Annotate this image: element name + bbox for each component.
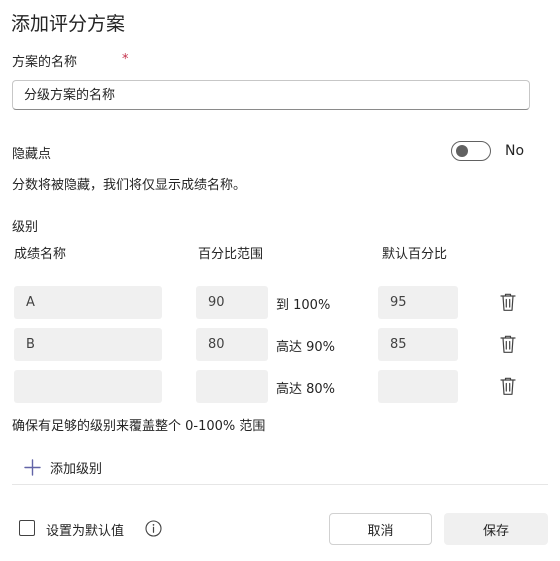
coverage-note: 确保有足够的级别来覆盖整个 0-100% 范围 <box>12 419 266 434</box>
percent-input[interactable] <box>196 370 268 403</box>
grade-name-input[interactable] <box>14 328 162 361</box>
trash-icon[interactable] <box>499 376 517 396</box>
required-indicator: * <box>122 52 129 67</box>
add-level-button[interactable]: 添加级别 <box>24 455 102 479</box>
toggle-state-text: No <box>505 143 525 159</box>
trash-icon[interactable] <box>499 292 517 312</box>
set-default-checkbox[interactable] <box>19 520 35 536</box>
divider <box>12 484 548 485</box>
percent-input[interactable] <box>196 328 268 361</box>
hide-points-toggle[interactable] <box>451 141 491 161</box>
percent-input[interactable] <box>196 286 268 319</box>
trash-icon[interactable] <box>499 334 517 354</box>
add-level-label: 添加级别 <box>50 461 103 477</box>
save-button[interactable]: 保存 <box>444 513 548 545</box>
grade-name-header: 成绩名称 <box>14 247 67 262</box>
plus-icon <box>24 458 41 476</box>
scheme-name-input[interactable] <box>12 80 530 110</box>
set-default-label: 设置为默认值 <box>46 524 125 539</box>
range-text: 高达 90% <box>276 340 336 355</box>
default-percent-header: 默认百分比 <box>382 247 448 262</box>
cancel-button[interactable]: 取消 <box>329 513 432 545</box>
grade-name-input[interactable] <box>14 370 162 403</box>
range-text: 到 100% <box>276 298 331 313</box>
grade-name-input[interactable] <box>14 286 162 319</box>
default-percent-input[interactable] <box>378 328 458 361</box>
range-text: 高达 80% <box>276 382 336 397</box>
hide-points-description: 分数将被隐藏，我们将仅显示成绩名称。 <box>12 178 247 193</box>
info-icon[interactable] <box>145 520 162 537</box>
scheme-name-label: 方案的名称 <box>12 55 78 70</box>
default-percent-input[interactable] <box>378 286 458 319</box>
default-percent-input[interactable] <box>378 370 458 403</box>
toggle-knob <box>456 145 468 157</box>
percent-range-header: 百分比范围 <box>198 247 264 262</box>
levels-section-label: 级别 <box>12 220 39 235</box>
hide-points-label: 隐藏点 <box>12 147 52 162</box>
dialog-title: 添加评分方案 <box>11 13 126 35</box>
